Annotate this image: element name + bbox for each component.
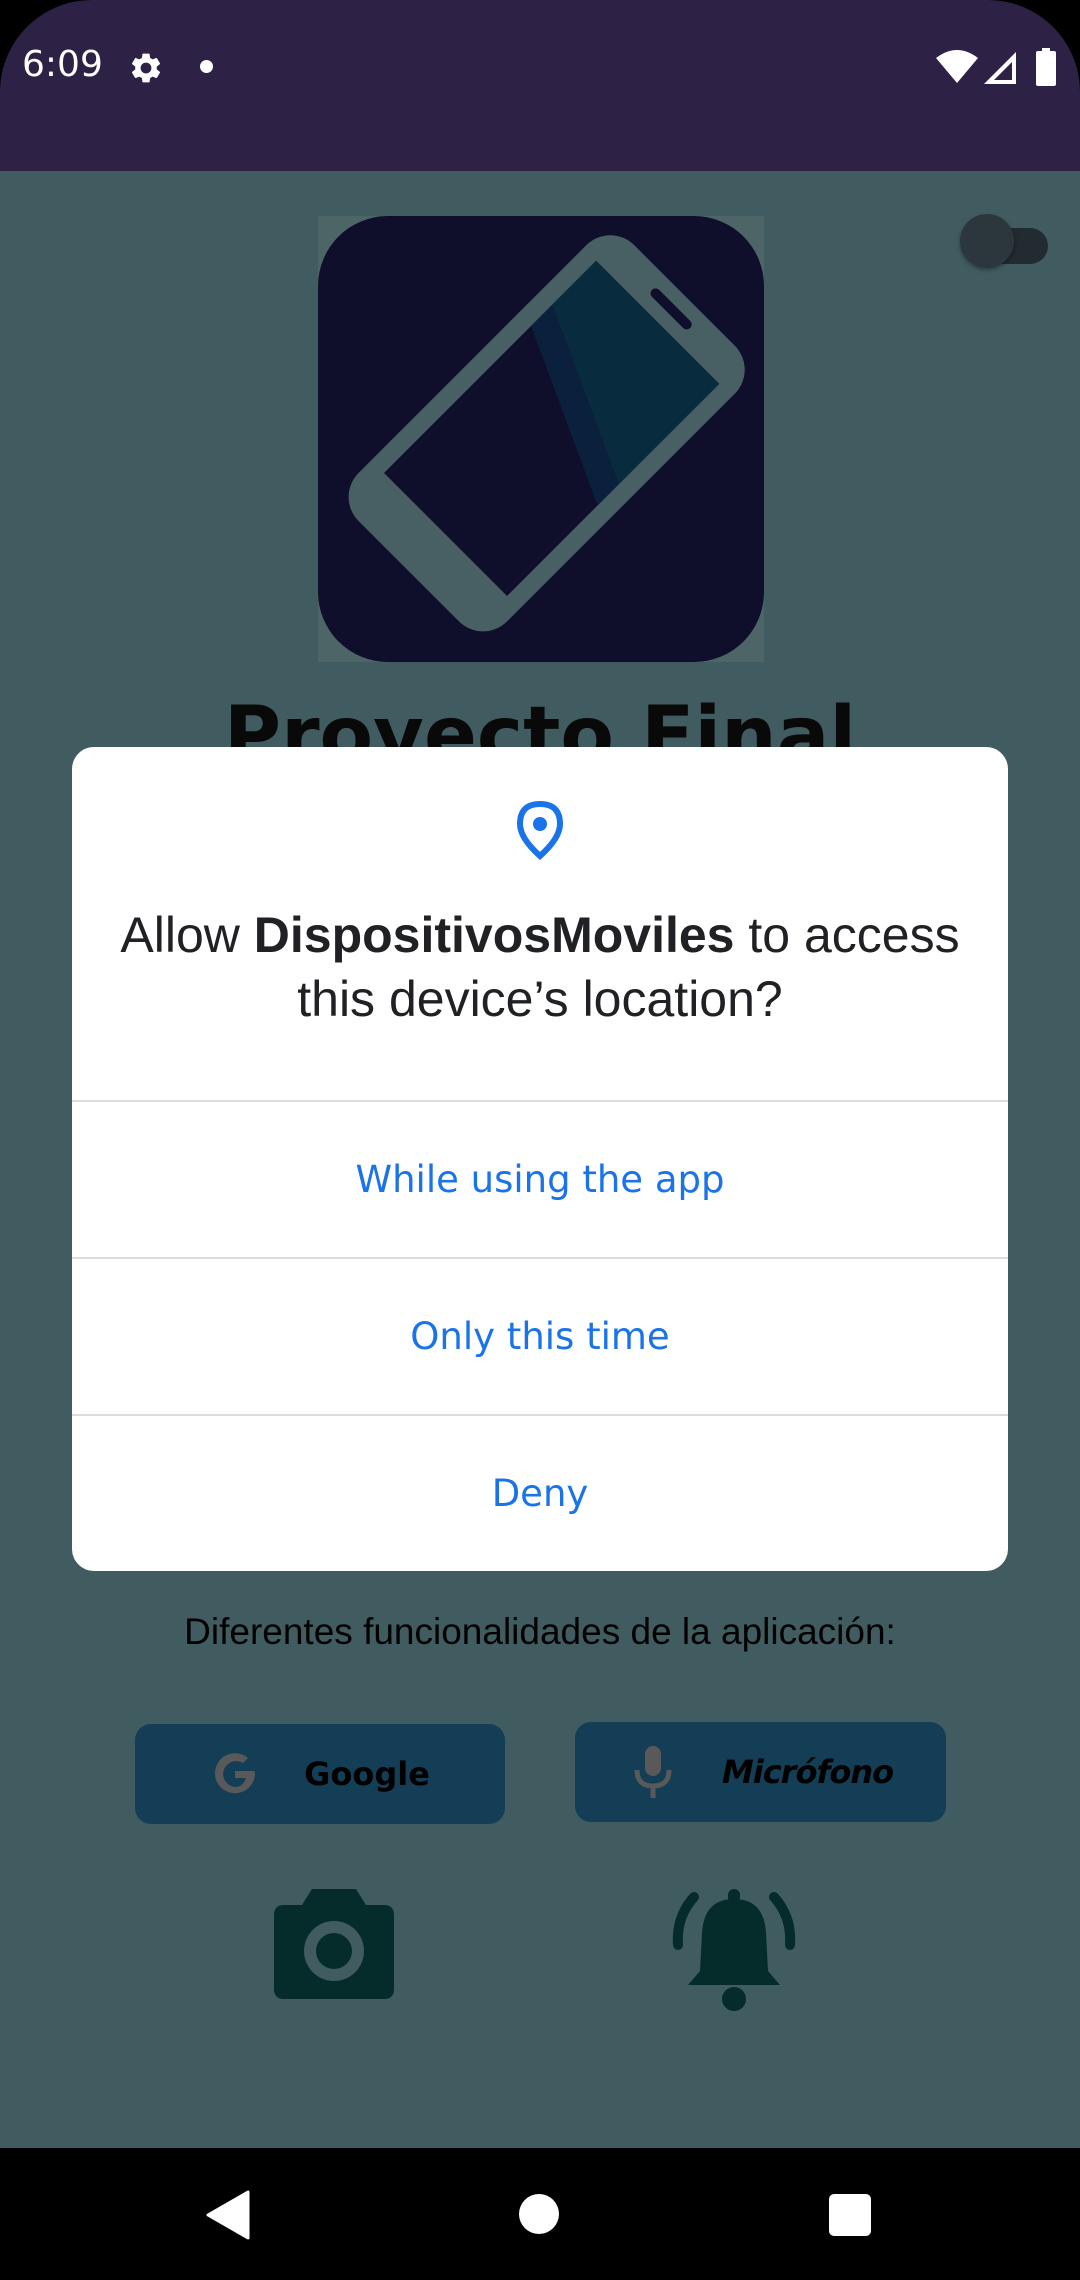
battery-icon — [1036, 48, 1056, 86]
dialog-app-name: DispositivosMoviles — [253, 907, 735, 963]
only-this-time-button[interactable]: Only this time — [72, 1259, 1008, 1414]
status-bar: 6:09 — [0, 0, 1080, 171]
status-time: 6:09 — [22, 44, 103, 85]
dialog-title-prefix: Allow — [120, 907, 254, 963]
while-using-app-button[interactable]: While using the app — [72, 1102, 1008, 1257]
location-pin-icon — [516, 800, 564, 860]
back-triangle-icon[interactable] — [204, 2190, 252, 2240]
cell-signal-icon — [984, 52, 1016, 84]
recents-square-icon[interactable] — [829, 2194, 871, 2236]
wifi-icon — [936, 50, 978, 83]
home-circle-icon[interactable] — [519, 2194, 559, 2234]
device-screen: 6:09 Proyecto Final Diferentes funcional… — [0, 0, 1080, 2280]
settings-gear-icon — [131, 53, 161, 83]
location-permission-dialog: Allow DispositivosMoviles to access this… — [72, 747, 1008, 1571]
navigation-bar — [0, 2148, 1080, 2280]
notification-dot-icon — [200, 60, 213, 73]
deny-button[interactable]: Deny — [72, 1416, 1008, 1571]
dialog-title: Allow DispositivosMoviles to access this… — [112, 903, 968, 1031]
